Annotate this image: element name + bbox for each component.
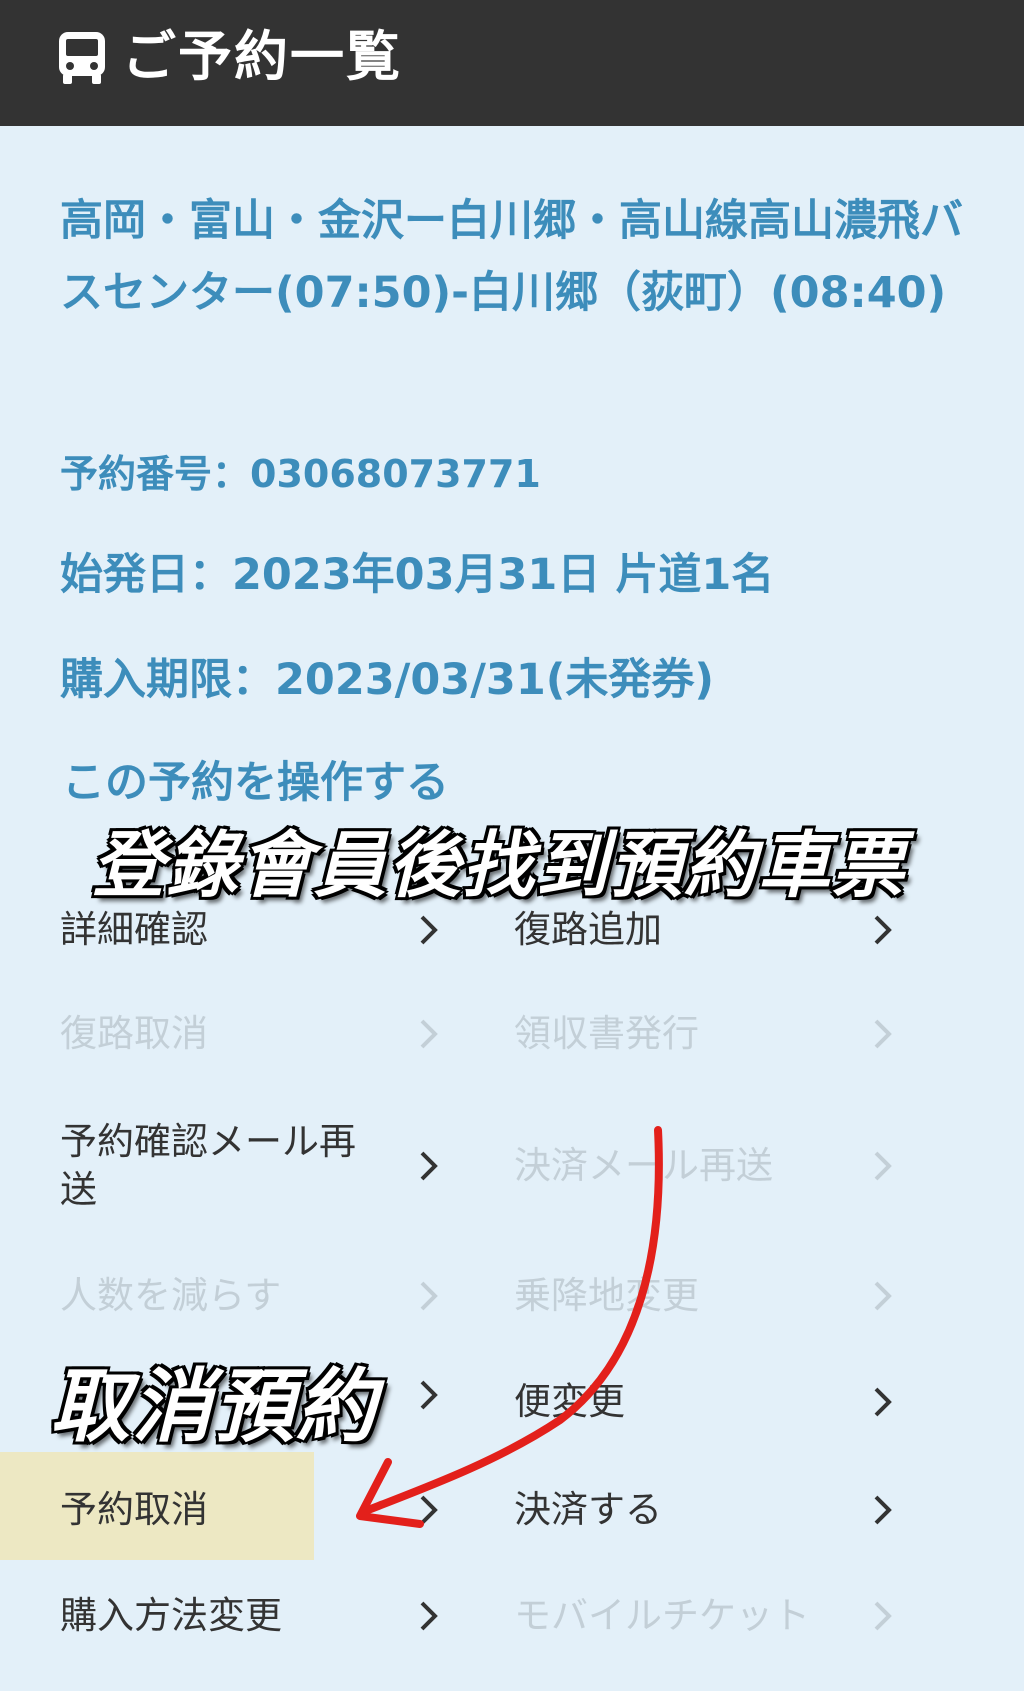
route-name: 高岡・富山・金沢ー白川郷・高山線高山濃飛バスセンター(07:50)-白川郷（荻町… [60,196,963,318]
bus-icon [59,32,105,84]
departure-date: 始発日：2023年03月31日 片道1名 [60,550,775,600]
actions-section-title: この予約を操作する [62,758,449,808]
chevron-right-icon [420,915,438,945]
reservation-number: 予約番号：03068073771 [60,452,541,496]
menu-label: 予約取消 [60,1488,208,1531]
menu-label: モバイルチケット [514,1594,810,1637]
chevron-right-icon [420,1281,438,1311]
menu-label: 決済メール再送 [514,1144,773,1187]
menu-detail[interactable]: 詳細確認 [60,906,440,954]
menu-label: 決済する [514,1488,662,1531]
overlay-caption-login: 登錄會員後找到預約車票 [90,821,907,909]
menu-label: 乗降地変更 [514,1274,699,1317]
page-title: ご予約一覧 [122,25,402,88]
menu-reduce-people: 人数を減らす [60,1272,440,1320]
chevron-right-icon [420,1151,438,1181]
menu-change-purchase-method[interactable]: 購入方法変更 [60,1592,440,1640]
menu-receipt: 領収書発行 [514,1010,894,1058]
menu-label: 詳細確認 [60,908,208,951]
chevron-right-icon [874,1281,892,1311]
purchase-deadline: 購入期限：2023/03/31(未発券) [60,655,715,705]
menu-resend-confirm-mail[interactable]: 予約確認メール再送 [60,1118,440,1214]
menu-pay[interactable]: 決済する [514,1486,894,1534]
menu-label: 予約確認メール再送 [60,1120,356,1211]
menu-label: 復路追加 [514,908,662,951]
menu-label: 人数を減らす [60,1274,282,1317]
chevron-right-icon [874,1151,892,1181]
menu-mobile-ticket: モバイルチケット [514,1592,894,1640]
chevron-right-icon [874,1495,892,1525]
chevron-right-icon [874,1387,892,1417]
chevron-right-icon [420,1495,438,1525]
chevron-right-icon [874,1019,892,1049]
app-header: ご予約一覧 [0,0,1024,126]
menu-cancel-reservation[interactable]: 予約取消 [60,1486,440,1534]
menu-label: 便変更 [514,1380,625,1423]
chevron-right-icon [874,1601,892,1631]
chevron-right-icon [420,1601,438,1631]
menu-label: 領収書発行 [514,1012,699,1055]
menu-label: 購入方法変更 [60,1594,282,1637]
menu-change-stops: 乗降地変更 [514,1272,894,1320]
chevron-right-icon [420,1019,438,1049]
chevron-right-icon [874,915,892,945]
menu-resend-payment-mail: 決済メール再送 [514,1142,894,1190]
menu-add-return[interactable]: 復路追加 [514,906,894,954]
menu-label: 復路取消 [60,1012,208,1055]
menu-cancel-return: 復路取消 [60,1010,440,1058]
chevron-right-icon [420,1380,438,1410]
menu-change-trip[interactable]: 便変更 [514,1378,894,1426]
overlay-caption-cancel: 取消預約 [48,1358,378,1455]
